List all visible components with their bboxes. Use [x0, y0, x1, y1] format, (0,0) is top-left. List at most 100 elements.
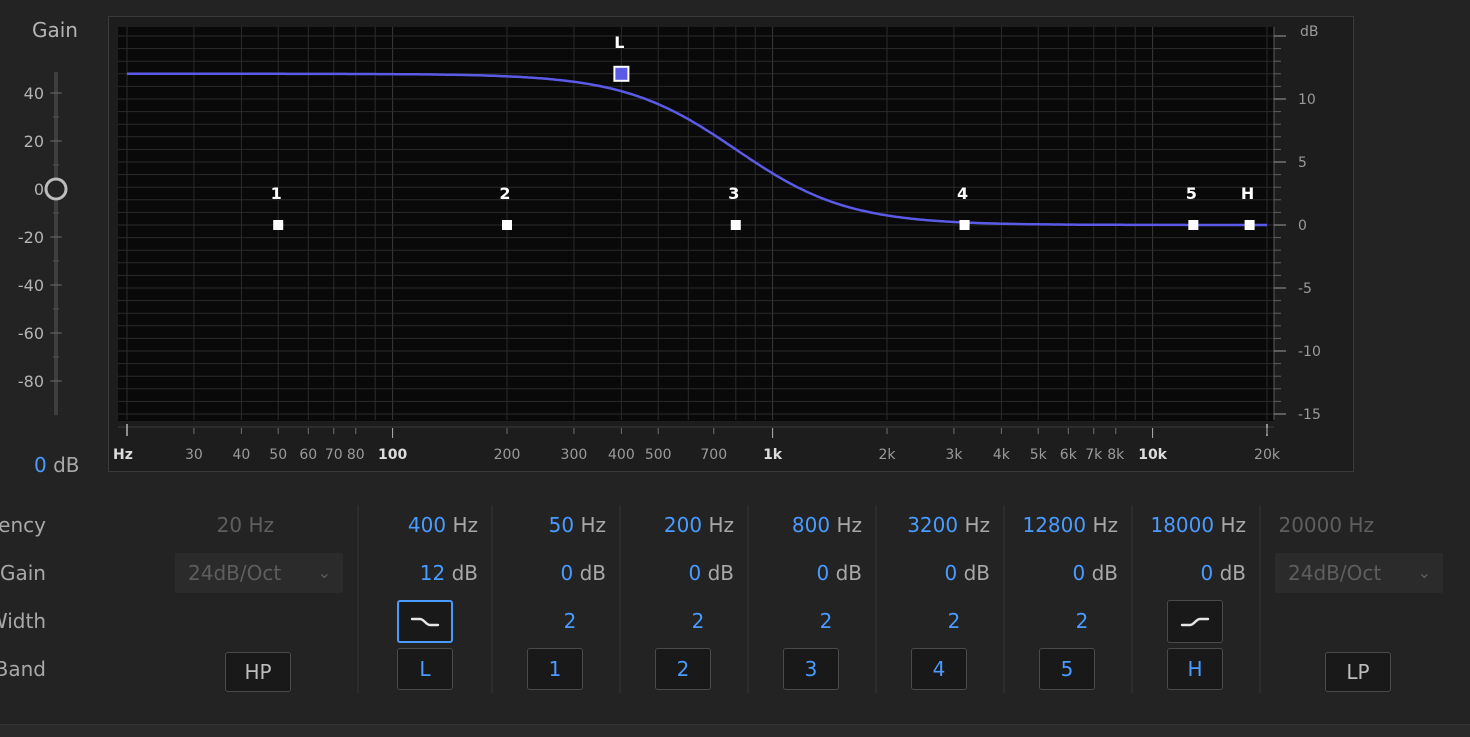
gain-scale-label: 40	[24, 84, 44, 103]
chevron-down-icon: ⌄	[317, 563, 331, 582]
band-1-width[interactable]: 2	[550, 609, 590, 633]
freq-tick-label: 7k	[1085, 447, 1103, 463]
hp-button[interactable]: HP	[225, 652, 291, 692]
freq-tick-label: 100	[378, 447, 407, 463]
row-label-gain: Gain	[0, 561, 46, 585]
freq-tick-label: 4k	[993, 447, 1011, 463]
gain-scale-label: 20	[24, 132, 44, 151]
band-1-gain[interactable]: 0 dB	[510, 561, 606, 585]
band-2-width[interactable]: 2	[678, 609, 718, 633]
db-tick-label: 10	[1298, 92, 1316, 108]
lp-frequency[interactable]: 20000 Hz	[1270, 513, 1374, 537]
low-shelf-icon	[410, 617, 440, 626]
band-l-gain[interactable]: 12 dB	[380, 561, 478, 585]
band-5-button[interactable]: 5	[1039, 648, 1095, 690]
db-tick-label: -15	[1298, 407, 1321, 423]
freq-tick-label: 30	[185, 447, 203, 463]
freq-tick-label: 10k	[1138, 447, 1167, 463]
gain-title: Gain	[32, 18, 78, 42]
gain-slider-knob[interactable]	[44, 177, 68, 201]
gain-slider[interactable]: 40 20 0 -20 -40 -60 -80	[0, 60, 110, 430]
freq-axis-unit: Hz	[113, 447, 133, 463]
band-h-shape-button[interactable]	[1167, 600, 1223, 643]
band-4-frequency[interactable]: 3200 Hz	[894, 513, 990, 537]
chevron-down-icon: ⌄	[1417, 563, 1431, 582]
eq-node-label-5: 5	[1186, 184, 1197, 203]
band-4-width[interactable]: 2	[934, 609, 974, 633]
column-divider	[1259, 505, 1261, 693]
db-tick-label: 5	[1298, 155, 1307, 171]
band-5-frequency[interactable]: 12800 Hz	[1012, 513, 1118, 537]
band-2-frequency[interactable]: 200 Hz	[638, 513, 734, 537]
freq-tick-label: 300	[561, 447, 588, 463]
eq-node-2[interactable]	[502, 220, 512, 230]
band-h-frequency[interactable]: 18000 Hz	[1140, 513, 1246, 537]
freq-tick-label: 500	[645, 447, 672, 463]
freq-tick-label: 200	[494, 447, 521, 463]
eq-graph[interactable]: Hz 30 40 50 60 70 80 100 200 300 400 500 700 1k 2k 3k 4k…	[108, 16, 1354, 472]
freq-tick-label: 5k	[1030, 447, 1048, 463]
db-tick-label: 0	[1298, 218, 1307, 234]
band-5-width[interactable]: 2	[1062, 609, 1102, 633]
hp-slope-value: 24dB/Oct	[188, 561, 282, 585]
freq-tick-label: 50	[269, 447, 287, 463]
gain-scale-label: -60	[18, 324, 44, 343]
eq-node-3[interactable]	[730, 220, 741, 230]
gain-scale-label: -20	[18, 228, 44, 247]
band-1-button[interactable]: 1	[527, 648, 583, 690]
gain-readout-value[interactable]: 0	[34, 453, 47, 477]
freq-tick-label: 3k	[945, 447, 963, 463]
band-3-gain[interactable]: 0 dB	[766, 561, 862, 585]
freq-tick-label: 40	[232, 447, 250, 463]
lp-slope-select[interactable]: 24dB/Oct ⌄	[1275, 553, 1443, 593]
eq-node-h[interactable]	[1244, 220, 1255, 230]
column-divider	[1131, 505, 1133, 693]
eq-node-5[interactable]	[1188, 220, 1199, 230]
band-h-gain[interactable]: 0 dB	[1140, 561, 1246, 585]
eq-node-4[interactable]	[959, 220, 970, 230]
band-3-button[interactable]: 3	[783, 648, 839, 690]
band-3-width[interactable]: 2	[806, 609, 846, 633]
high-shelf-icon	[1180, 617, 1210, 626]
freq-tick-label: 60	[299, 447, 317, 463]
eq-node-label-3: 3	[728, 184, 739, 203]
band-4-button[interactable]: 4	[911, 648, 967, 690]
gain-readout-unit: dB	[53, 453, 80, 477]
freq-tick-label: 700	[700, 447, 727, 463]
column-divider	[1003, 505, 1005, 693]
freq-tick-label: 6k	[1060, 447, 1078, 463]
band-h-button[interactable]: H	[1167, 648, 1223, 690]
panel-bottom-edge	[0, 724, 1470, 737]
freq-tick-label: 400	[608, 447, 635, 463]
hp-slope-select[interactable]: 24dB/Oct ⌄	[175, 553, 343, 593]
row-label-frequency: Frequency	[0, 513, 46, 537]
eq-node-label-1: 1	[271, 184, 282, 203]
lp-button[interactable]: LP	[1325, 652, 1391, 692]
band-5-gain[interactable]: 0 dB	[1012, 561, 1118, 585]
band-4-gain[interactable]: 0 dB	[894, 561, 990, 585]
gain-slider-track[interactable]	[54, 72, 58, 415]
freq-tick-label: 70	[325, 447, 343, 463]
freq-tick-label: 1k	[763, 447, 783, 463]
column-divider	[491, 505, 493, 693]
db-tick-label: -5	[1298, 281, 1312, 297]
db-axis-unit: dB	[1300, 24, 1319, 40]
freq-tick-label: 20k	[1254, 447, 1281, 463]
eq-node-label-l: L	[614, 33, 624, 52]
band-3-frequency[interactable]: 800 Hz	[766, 513, 862, 537]
column-divider	[357, 505, 359, 693]
eq-node-1[interactable]	[273, 220, 284, 230]
eq-node-label-4: 4	[957, 184, 968, 203]
band-2-button[interactable]: 2	[655, 648, 711, 690]
hp-frequency[interactable]: 20 Hz	[190, 513, 274, 537]
gain-scale-label: -40	[18, 276, 44, 295]
band-l-button[interactable]: L	[397, 648, 453, 690]
band-1-frequency[interactable]: 50 Hz	[510, 513, 606, 537]
gain-readout[interactable]: 0 dB	[34, 453, 80, 477]
band-l-frequency[interactable]: 400 Hz	[380, 513, 478, 537]
row-label-width: Width	[0, 609, 46, 633]
eq-node-l[interactable]	[613, 65, 630, 82]
freq-tick-label: 8k	[1107, 447, 1125, 463]
band-2-gain[interactable]: 0 dB	[638, 561, 734, 585]
band-l-shape-button[interactable]	[397, 600, 453, 643]
